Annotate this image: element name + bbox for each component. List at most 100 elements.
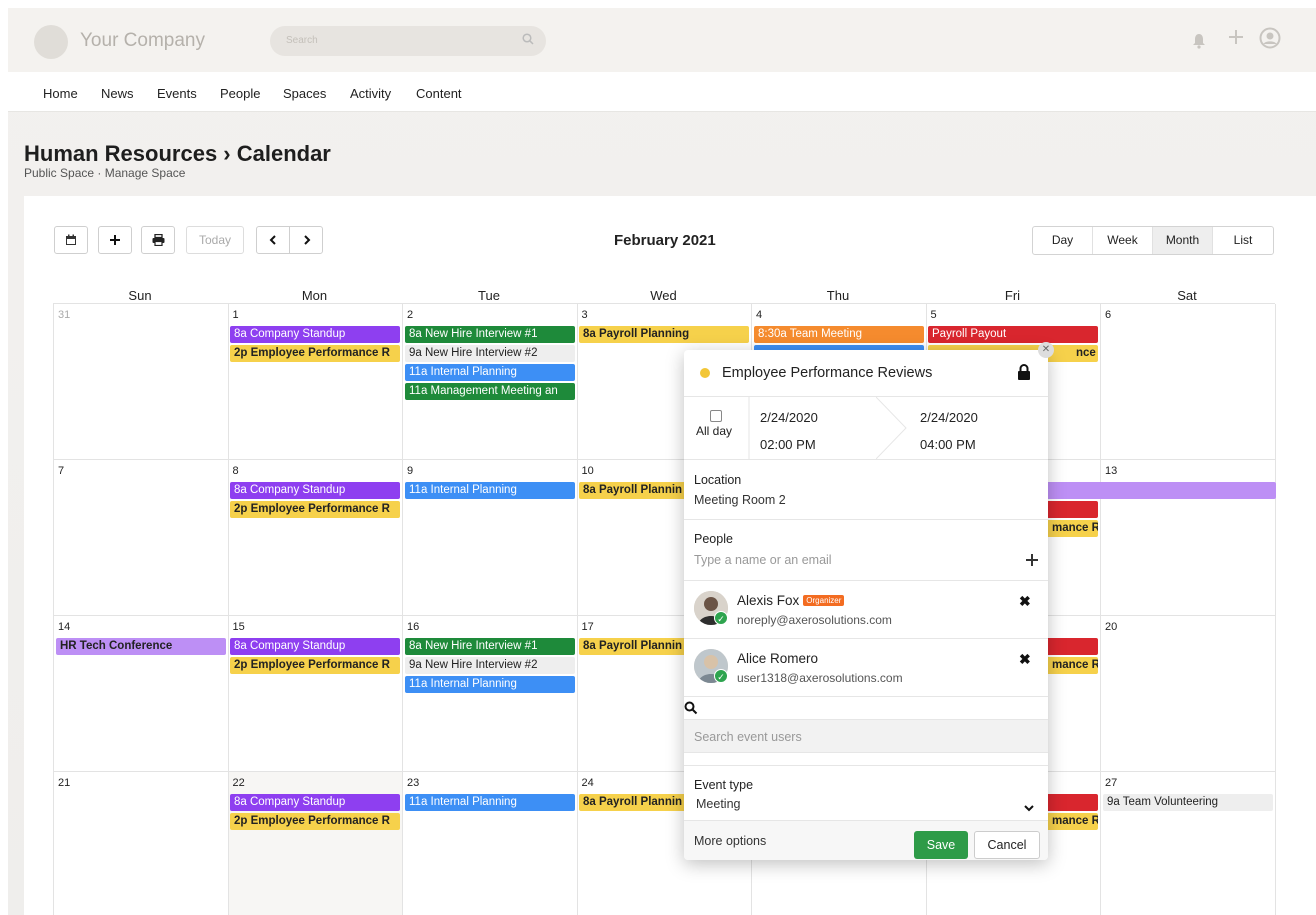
search-placeholder: Search: [286, 35, 318, 46]
month-grid: 31 1 2 3 4 5 6 7 8 9 10 11 12 13 14 15 1…: [53, 303, 1276, 915]
day-cell[interactable]: 31: [54, 304, 229, 460]
nav-activity[interactable]: Activity: [350, 86, 391, 101]
location-section: Location Meeting Room 2: [684, 460, 1048, 520]
day-number: 31: [58, 309, 71, 321]
event-item[interactable]: 8a Company Standup: [230, 482, 400, 499]
main-nav: Home News Events People Spaces Activity …: [8, 72, 1316, 112]
day-number: 23: [407, 777, 420, 789]
next-month-button[interactable]: [290, 227, 323, 253]
people-input[interactable]: Type a name or an email: [694, 553, 832, 567]
event-item[interactable]: 2p Employee Performance R: [230, 501, 400, 518]
global-search[interactable]: Search: [270, 26, 546, 56]
event-item[interactable]: 2p Employee Performance R: [230, 657, 400, 674]
check-icon: ✓: [714, 611, 728, 625]
day-number: 4: [756, 309, 763, 321]
event-item[interactable]: 11a Internal Planning: [405, 482, 575, 499]
remove-person-icon[interactable]: ✖: [1019, 593, 1031, 610]
event-item[interactable]: [1044, 638, 1098, 655]
chevron-down-icon[interactable]: [1024, 799, 1034, 817]
day-cell[interactable]: 21: [54, 772, 229, 915]
page-subtitle[interactable]: Public Space · Manage Space: [24, 166, 185, 180]
calendar-picker-button[interactable]: [54, 226, 88, 254]
prev-month-button[interactable]: [257, 227, 290, 253]
more-options-link[interactable]: More options: [694, 834, 766, 848]
event-item[interactable]: 9a New Hire Interview #2: [405, 345, 575, 362]
end-date[interactable]: 2/24/2020: [920, 410, 978, 425]
people-label: People: [694, 532, 733, 546]
event-item[interactable]: 8a Company Standup: [230, 638, 400, 655]
today-button[interactable]: Today: [186, 226, 244, 254]
event-item[interactable]: 8a Company Standup: [230, 326, 400, 343]
search-event-users-input[interactable]: Search event users: [684, 719, 1048, 753]
event-item[interactable]: 8a New Hire Interview #1: [405, 326, 575, 343]
day-number: 10: [581, 465, 594, 477]
event-item[interactable]: mance R: [1044, 520, 1098, 537]
view-list-button[interactable]: List: [1213, 227, 1273, 254]
search-icon: [684, 701, 698, 715]
nav-people[interactable]: People: [220, 86, 260, 101]
location-input[interactable]: Meeting Room 2: [694, 493, 786, 507]
add-icon[interactable]: [1227, 28, 1245, 52]
divider: [748, 397, 750, 460]
print-button[interactable]: [141, 226, 175, 254]
event-item[interactable]: [1044, 482, 1276, 499]
event-item[interactable]: 2p Employee Performance R: [230, 813, 400, 830]
event-item[interactable]: mance R: [1044, 813, 1098, 830]
company-name[interactable]: Your Company: [80, 30, 205, 52]
check-icon: ✓: [714, 669, 728, 683]
event-item[interactable]: 9a New Hire Interview #2: [405, 657, 575, 674]
add-event-button[interactable]: [98, 226, 132, 254]
day-number: 8: [232, 465, 239, 477]
event-item[interactable]: Payroll Payout: [928, 326, 1098, 343]
view-week-button[interactable]: Week: [1093, 227, 1153, 254]
add-person-icon[interactable]: [1026, 553, 1038, 571]
event-item[interactable]: 11a Internal Planning: [405, 794, 575, 811]
event-item[interactable]: [1044, 794, 1098, 811]
lock-icon[interactable]: [1017, 364, 1033, 382]
event-item[interactable]: 8a Company Standup: [230, 794, 400, 811]
day-number: 5: [930, 309, 937, 321]
day-number: 6: [1105, 309, 1112, 321]
all-day-checkbox[interactable]: [710, 410, 722, 422]
save-button[interactable]: Save: [914, 831, 968, 859]
event-item[interactable]: 11a Management Meeting an: [405, 383, 575, 400]
day-number: 14: [58, 621, 71, 633]
event-item[interactable]: 11a Internal Planning: [405, 364, 575, 381]
bell-icon[interactable]: [1192, 32, 1206, 55]
person-name: Alice Romero: [737, 651, 819, 666]
event-item[interactable]: 8:30a Team Meeting: [754, 326, 924, 343]
user-avatar-icon[interactable]: [1259, 27, 1281, 55]
event-type-select[interactable]: Meeting: [696, 797, 740, 811]
day-cell[interactable]: 6: [1101, 304, 1276, 460]
remove-person-icon[interactable]: ✖: [1019, 651, 1031, 668]
event-item[interactable]: 8a New Hire Interview #1: [405, 638, 575, 655]
day-number: 20: [1105, 621, 1118, 633]
view-month-button[interactable]: Month: [1153, 227, 1213, 254]
end-time[interactable]: 04:00 PM: [920, 437, 976, 452]
company-logo[interactable]: [34, 25, 68, 59]
event-item[interactable]: HR Tech Conference: [56, 638, 226, 655]
search-icon[interactable]: [522, 33, 534, 48]
event-item[interactable]: 9a Team Volunteering: [1103, 794, 1273, 811]
nav-news[interactable]: News: [101, 86, 134, 101]
view-switcher: Day Week Month List: [1032, 226, 1274, 255]
day-cell[interactable]: 7: [54, 460, 229, 616]
event-item[interactable]: mance R: [1044, 657, 1098, 674]
event-item[interactable]: 2p Employee Performance R: [230, 345, 400, 362]
event-item[interactable]: [1044, 501, 1098, 518]
event-title[interactable]: Employee Performance Reviews: [722, 365, 932, 381]
nav-content[interactable]: Content: [416, 86, 462, 101]
nav-home[interactable]: Home: [43, 86, 78, 101]
start-time[interactable]: 02:00 PM: [760, 437, 816, 452]
event-item[interactable]: 11a Internal Planning: [405, 676, 575, 693]
start-date[interactable]: 2/24/2020: [760, 410, 818, 425]
app-frame: Your Company Search Home News Events Peo…: [8, 8, 1316, 915]
nav-events[interactable]: Events: [157, 86, 197, 101]
nav-spaces[interactable]: Spaces: [283, 86, 326, 101]
popup-footer: More options Save Cancel: [684, 820, 1048, 860]
day-cell[interactable]: 20: [1101, 616, 1276, 772]
view-day-button[interactable]: Day: [1033, 227, 1093, 254]
dow-mon: Mon: [301, 288, 328, 303]
event-item[interactable]: 8a Payroll Planning: [579, 326, 749, 343]
cancel-button[interactable]: Cancel: [974, 831, 1040, 859]
